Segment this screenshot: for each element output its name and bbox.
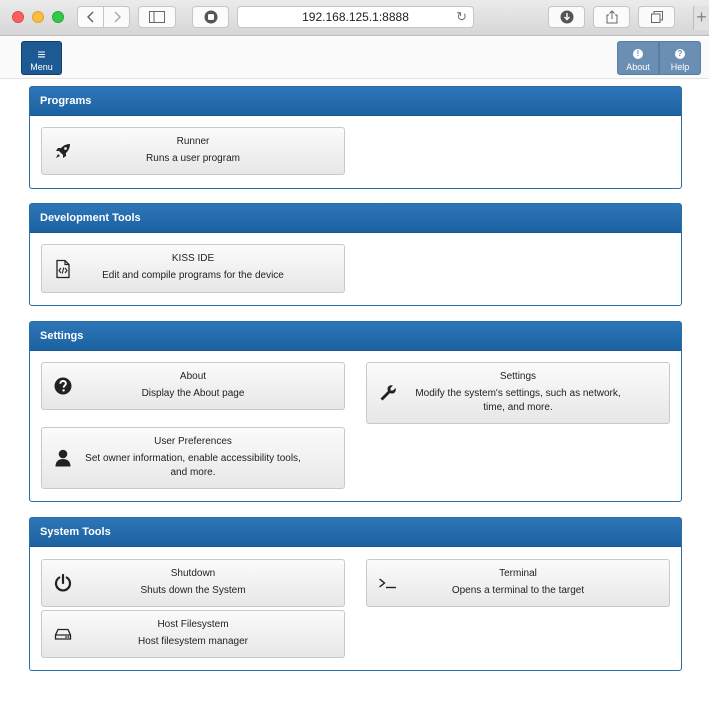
app-header: ≡ Menu ! About ? Help xyxy=(0,37,709,79)
user-preferences-desc: Set owner information, enable accessibil… xyxy=(85,453,301,478)
downloads-button[interactable] xyxy=(548,6,585,28)
terminal-button[interactable]: Terminal Opens a terminal to the target xyxy=(366,559,670,607)
runner-desc: Runs a user program xyxy=(146,153,240,164)
hand-icon xyxy=(204,10,217,24)
menu-button[interactable]: ≡ Menu xyxy=(21,41,62,75)
host-filesystem-title: Host Filesystem xyxy=(157,619,229,630)
question-icon: ? xyxy=(675,49,685,59)
menu-label: Menu xyxy=(30,62,53,72)
chevron-right-icon xyxy=(113,11,121,23)
programs-panel-title: Programs xyxy=(30,87,681,116)
hard-drive-icon xyxy=(54,628,72,640)
host-filesystem-desc: Host filesystem manager xyxy=(137,636,249,647)
user-icon xyxy=(55,449,71,467)
about-header-button[interactable]: ! About xyxy=(617,41,659,75)
share-button[interactable] xyxy=(593,6,630,28)
runner-title: Runner xyxy=(176,136,210,147)
runner-button[interactable]: Runner Runs a user program xyxy=(41,127,345,175)
url-text: 192.168.125.1:8888 xyxy=(302,10,409,24)
reload-icon[interactable]: ↻ xyxy=(456,7,467,27)
terminal-title: Terminal xyxy=(499,568,537,579)
privacy-button[interactable] xyxy=(192,6,229,28)
sidebar-icon xyxy=(149,11,165,23)
forward-button[interactable] xyxy=(103,6,130,28)
help-header-button[interactable]: ? Help xyxy=(659,41,701,75)
kiss-ide-desc: Edit and compile programs for the device xyxy=(102,270,284,281)
user-preferences-button[interactable]: User Preferences Set owner information, … xyxy=(41,427,345,489)
programs-panel: Programs Runner Runs a user program xyxy=(29,86,682,189)
back-button[interactable] xyxy=(77,6,104,28)
share-icon xyxy=(606,10,617,24)
host-filesystem-button[interactable]: Host Filesystem Host filesystem manager xyxy=(41,610,345,658)
shutdown-button[interactable]: Shutdown Shuts down the System xyxy=(41,559,345,607)
about-header-label: About xyxy=(626,62,650,72)
terminal-desc: Opens a terminal to the target xyxy=(451,585,585,596)
question-circle-icon xyxy=(54,377,72,395)
sidebar-toggle-button[interactable] xyxy=(138,6,176,28)
info-icon: ! xyxy=(633,49,643,59)
system-tools-panel-title: System Tools xyxy=(30,518,681,547)
settings-title: Settings xyxy=(499,371,537,382)
settings-panel-title: Settings xyxy=(30,322,681,351)
hamburger-icon: ≡ xyxy=(37,46,46,62)
settings-button[interactable]: Settings Modify the system's settings, s… xyxy=(366,362,670,424)
tabs-button[interactable] xyxy=(638,6,675,28)
about-title: About xyxy=(179,371,207,382)
address-bar[interactable]: 192.168.125.1:8888 ↻ xyxy=(237,6,474,28)
terminal-icon xyxy=(379,578,396,589)
development-tools-panel-title: Development Tools xyxy=(30,204,681,233)
shutdown-desc: Shuts down the System xyxy=(140,585,246,596)
about-desc: Display the About page xyxy=(141,388,245,399)
wrench-icon xyxy=(380,385,396,401)
development-tools-panel: Development Tools KISS IDE Edit and comp… xyxy=(29,203,682,306)
help-header-label: Help xyxy=(670,62,690,72)
kiss-ide-button[interactable]: KISS IDE Edit and compile programs for t… xyxy=(41,244,345,293)
shutdown-title: Shutdown xyxy=(170,568,216,579)
new-tab-button[interactable]: + xyxy=(693,6,709,30)
kiss-ide-title: KISS IDE xyxy=(171,253,215,264)
tabs-icon xyxy=(650,11,663,23)
window-zoom-button[interactable] xyxy=(52,11,64,23)
download-icon xyxy=(560,10,573,24)
system-tools-panel: System Tools Shutdown Shuts down the Sys… xyxy=(29,517,682,671)
power-icon xyxy=(54,573,72,592)
settings-desc: Modify the system's settings, such as ne… xyxy=(415,388,621,413)
settings-panel: Settings About Display the About page Se… xyxy=(29,321,682,502)
chevron-left-icon xyxy=(86,11,94,23)
user-preferences-title: User Preferences xyxy=(154,436,232,447)
browser-toolbar: 192.168.125.1:8888 ↻ + xyxy=(0,0,709,36)
window-close-button[interactable] xyxy=(12,11,24,23)
rocket-icon xyxy=(56,144,70,158)
about-button[interactable]: About Display the About page xyxy=(41,362,345,410)
window-minimize-button[interactable] xyxy=(32,11,44,23)
code-file-icon xyxy=(56,259,70,278)
